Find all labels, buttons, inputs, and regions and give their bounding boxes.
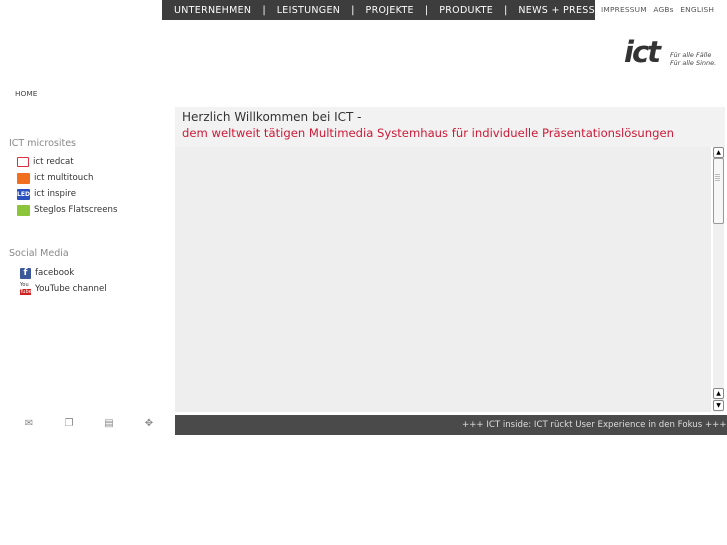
- nav-produkte[interactable]: PRODUKTE: [439, 5, 493, 16]
- scroll-down-button[interactable]: ▼: [713, 400, 724, 411]
- nav-separator: |: [424, 4, 429, 16]
- nav-leistungen[interactable]: LEISTUNGEN: [277, 5, 340, 16]
- logo-tagline-1: Für alle Fälle: [670, 51, 712, 59]
- ticker-text[interactable]: +++ ICT inside: ICT rückt User Experienc…: [462, 420, 727, 430]
- microsite-inspire[interactable]: LED ict inspire: [17, 186, 117, 202]
- nav-separator: |: [504, 4, 508, 16]
- breadcrumb-home[interactable]: HOME: [15, 89, 37, 98]
- welcome-banner: Herzlich Willkommen bei ICT - dem weltwe…: [175, 107, 725, 147]
- scroll-thumb-grip: [715, 174, 720, 182]
- page-tools: ✉ ❐ ▤ ✥: [22, 418, 182, 430]
- nav-projekte[interactable]: PROJEKTE: [366, 5, 414, 16]
- main-navigation: UNTERNEHMEN | LEISTUNGEN | PROJEKTE | PR…: [162, 0, 601, 20]
- logo-mark: ict: [624, 35, 661, 69]
- content-area: [175, 147, 711, 412]
- scroll-thumb[interactable]: [713, 158, 724, 224]
- social-youtube[interactable]: You Tube YouTube channel: [20, 281, 107, 297]
- move-icon[interactable]: ✥: [142, 418, 156, 430]
- social-heading: Social Media: [9, 248, 69, 259]
- english-link[interactable]: ENGLISH: [680, 5, 714, 14]
- microsite-redcat[interactable]: ict redcat: [17, 154, 117, 170]
- print-icon[interactable]: ▤: [102, 418, 116, 430]
- inspire-icon: LED: [17, 188, 30, 200]
- microsite-steglos[interactable]: Steglos Flatscreens: [17, 202, 117, 218]
- social-label: YouTube channel: [35, 284, 107, 294]
- youtube-icon-text-top: You: [20, 282, 29, 288]
- facebook-icon: f: [20, 267, 31, 279]
- impressum-link[interactable]: IMPRESSUM: [601, 5, 647, 14]
- social-facebook[interactable]: f facebook: [20, 265, 107, 281]
- news-ticker[interactable]: +++ ICT inside: ICT rückt User Experienc…: [175, 415, 727, 435]
- welcome-heading: Herzlich Willkommen bei ICT -: [182, 110, 362, 124]
- youtube-icon: You Tube: [20, 282, 32, 295]
- utility-links: IMPRESSUM AGBs ENGLISH: [601, 5, 718, 14]
- social-list: f facebook You Tube YouTube channel: [20, 265, 107, 297]
- redcat-icon: [17, 157, 29, 167]
- microsite-label: ict multitouch: [34, 173, 94, 183]
- microsites-heading: ICT microsites: [9, 138, 76, 149]
- welcome-subheading: dem weltweit tätigen Multimedia Systemha…: [182, 126, 674, 140]
- microsite-label: Steglos Flatscreens: [34, 205, 118, 215]
- flatscreen-icon: [17, 204, 30, 216]
- nav-separator: |: [351, 4, 355, 16]
- agbs-link[interactable]: AGBs: [653, 5, 673, 14]
- nav-separator: |: [262, 4, 266, 16]
- nav-news-presse[interactable]: NEWS + PRESSE: [518, 5, 601, 16]
- scroll-up-button[interactable]: ▲: [713, 147, 724, 158]
- multitouch-icon: [17, 172, 30, 184]
- microsites-list: ict redcat ict multitouch LED ict inspir…: [17, 154, 117, 218]
- microsite-label: ict redcat: [33, 157, 74, 167]
- content-scrollbar[interactable]: ▲ ▲ ▼: [713, 147, 724, 412]
- share-icon[interactable]: ❐: [62, 418, 76, 430]
- nav-unternehmen[interactable]: UNTERNEHMEN: [174, 5, 251, 16]
- scroll-up-lower-button[interactable]: ▲: [713, 388, 724, 399]
- microsite-label: ict inspire: [34, 189, 76, 199]
- social-label: facebook: [35, 268, 75, 278]
- ict-logo[interactable]: ict Für alle Fälle Für alle Sinne.: [624, 35, 717, 69]
- youtube-icon-text-bottom: Tube: [20, 289, 32, 295]
- logo-tagline-2: Für alle Sinne.: [670, 59, 717, 67]
- microsite-multitouch[interactable]: ict multitouch: [17, 170, 117, 186]
- mail-icon[interactable]: ✉: [22, 418, 36, 430]
